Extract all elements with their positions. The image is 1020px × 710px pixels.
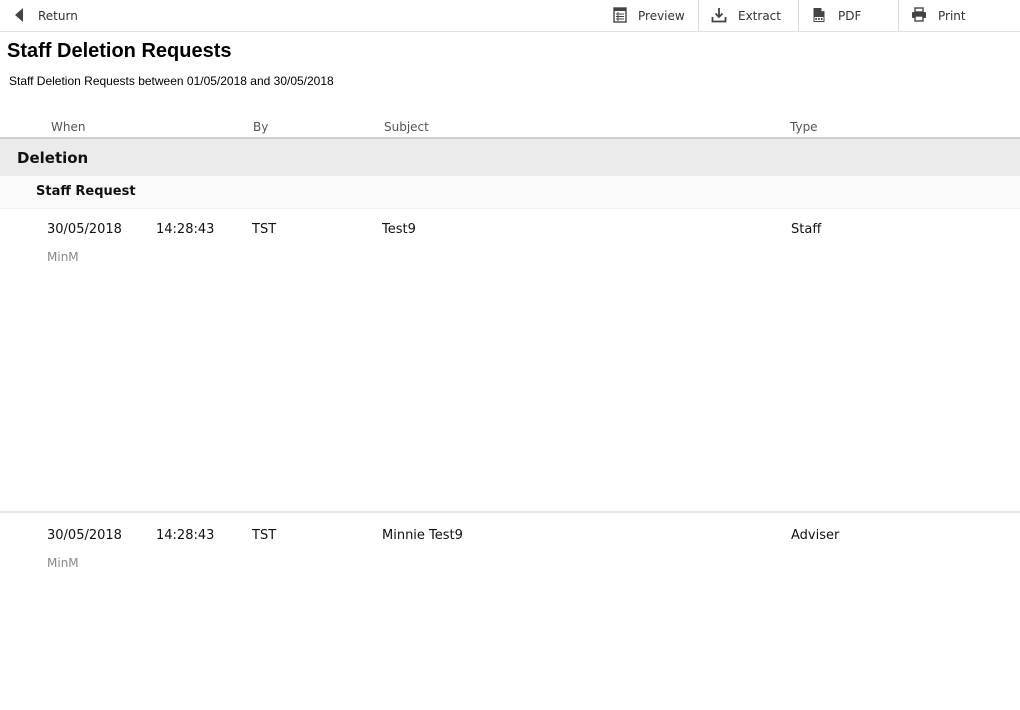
return-button[interactable]: Return	[0, 0, 100, 31]
pdf-label: PDF	[838, 9, 862, 23]
record-user: MinM	[47, 250, 79, 264]
record-by: TST	[252, 528, 277, 543]
pdf-file-icon	[813, 8, 825, 22]
record-type: Staff	[791, 222, 822, 237]
back-arrow-icon	[15, 8, 23, 22]
record-row: 30/05/2018 14:28:43 TST Minnie Test9 Adv…	[0, 528, 1020, 608]
download-icon	[711, 8, 727, 23]
record-divider	[0, 511, 1020, 513]
print-label: Print	[938, 9, 966, 23]
extract-button[interactable]: Extract	[699, 0, 798, 31]
column-header-type[interactable]: Type	[790, 120, 818, 134]
report-page: Return Preview Extract PDF Print Staff D…	[0, 0, 1020, 710]
group-label: Deletion	[17, 149, 89, 167]
column-header-when[interactable]: When	[51, 120, 85, 134]
column-header-row: When By Subject Type	[0, 118, 1020, 139]
column-header-subject[interactable]: Subject	[384, 120, 429, 134]
preview-label: Preview	[638, 9, 685, 23]
return-label: Return	[38, 9, 78, 23]
column-header-by[interactable]: By	[253, 120, 268, 134]
record-row: 30/05/2018 14:28:43 TST Test9 Staff MinM	[0, 222, 1020, 302]
record-subject: Minnie Test9	[382, 528, 463, 543]
extract-label: Extract	[738, 9, 781, 23]
record-subject: Test9	[382, 222, 416, 237]
record-time: 14:28:43	[156, 528, 215, 543]
subgroup-heading: Staff Request	[0, 176, 1020, 209]
page-title: Staff Deletion Requests	[7, 40, 232, 62]
record-date: 30/05/2018	[47, 222, 122, 237]
printer-icon	[912, 7, 926, 22]
print-button[interactable]: Print	[899, 0, 999, 31]
record-date: 30/05/2018	[47, 528, 122, 543]
toolbar: Return Preview Extract PDF Print	[0, 0, 1020, 32]
report-subtitle: Staff Deletion Requests between 01/05/20…	[9, 74, 334, 88]
record-time: 14:28:43	[156, 222, 215, 237]
preview-button[interactable]: Preview	[600, 0, 698, 31]
record-user: MinM	[47, 556, 79, 570]
group-heading: Deletion	[0, 139, 1020, 176]
pdf-button[interactable]: PDF	[799, 0, 898, 31]
record-type: Adviser	[791, 528, 840, 543]
subgroup-label: Staff Request	[36, 184, 136, 199]
preview-icon	[613, 7, 627, 23]
record-by: TST	[252, 222, 277, 237]
